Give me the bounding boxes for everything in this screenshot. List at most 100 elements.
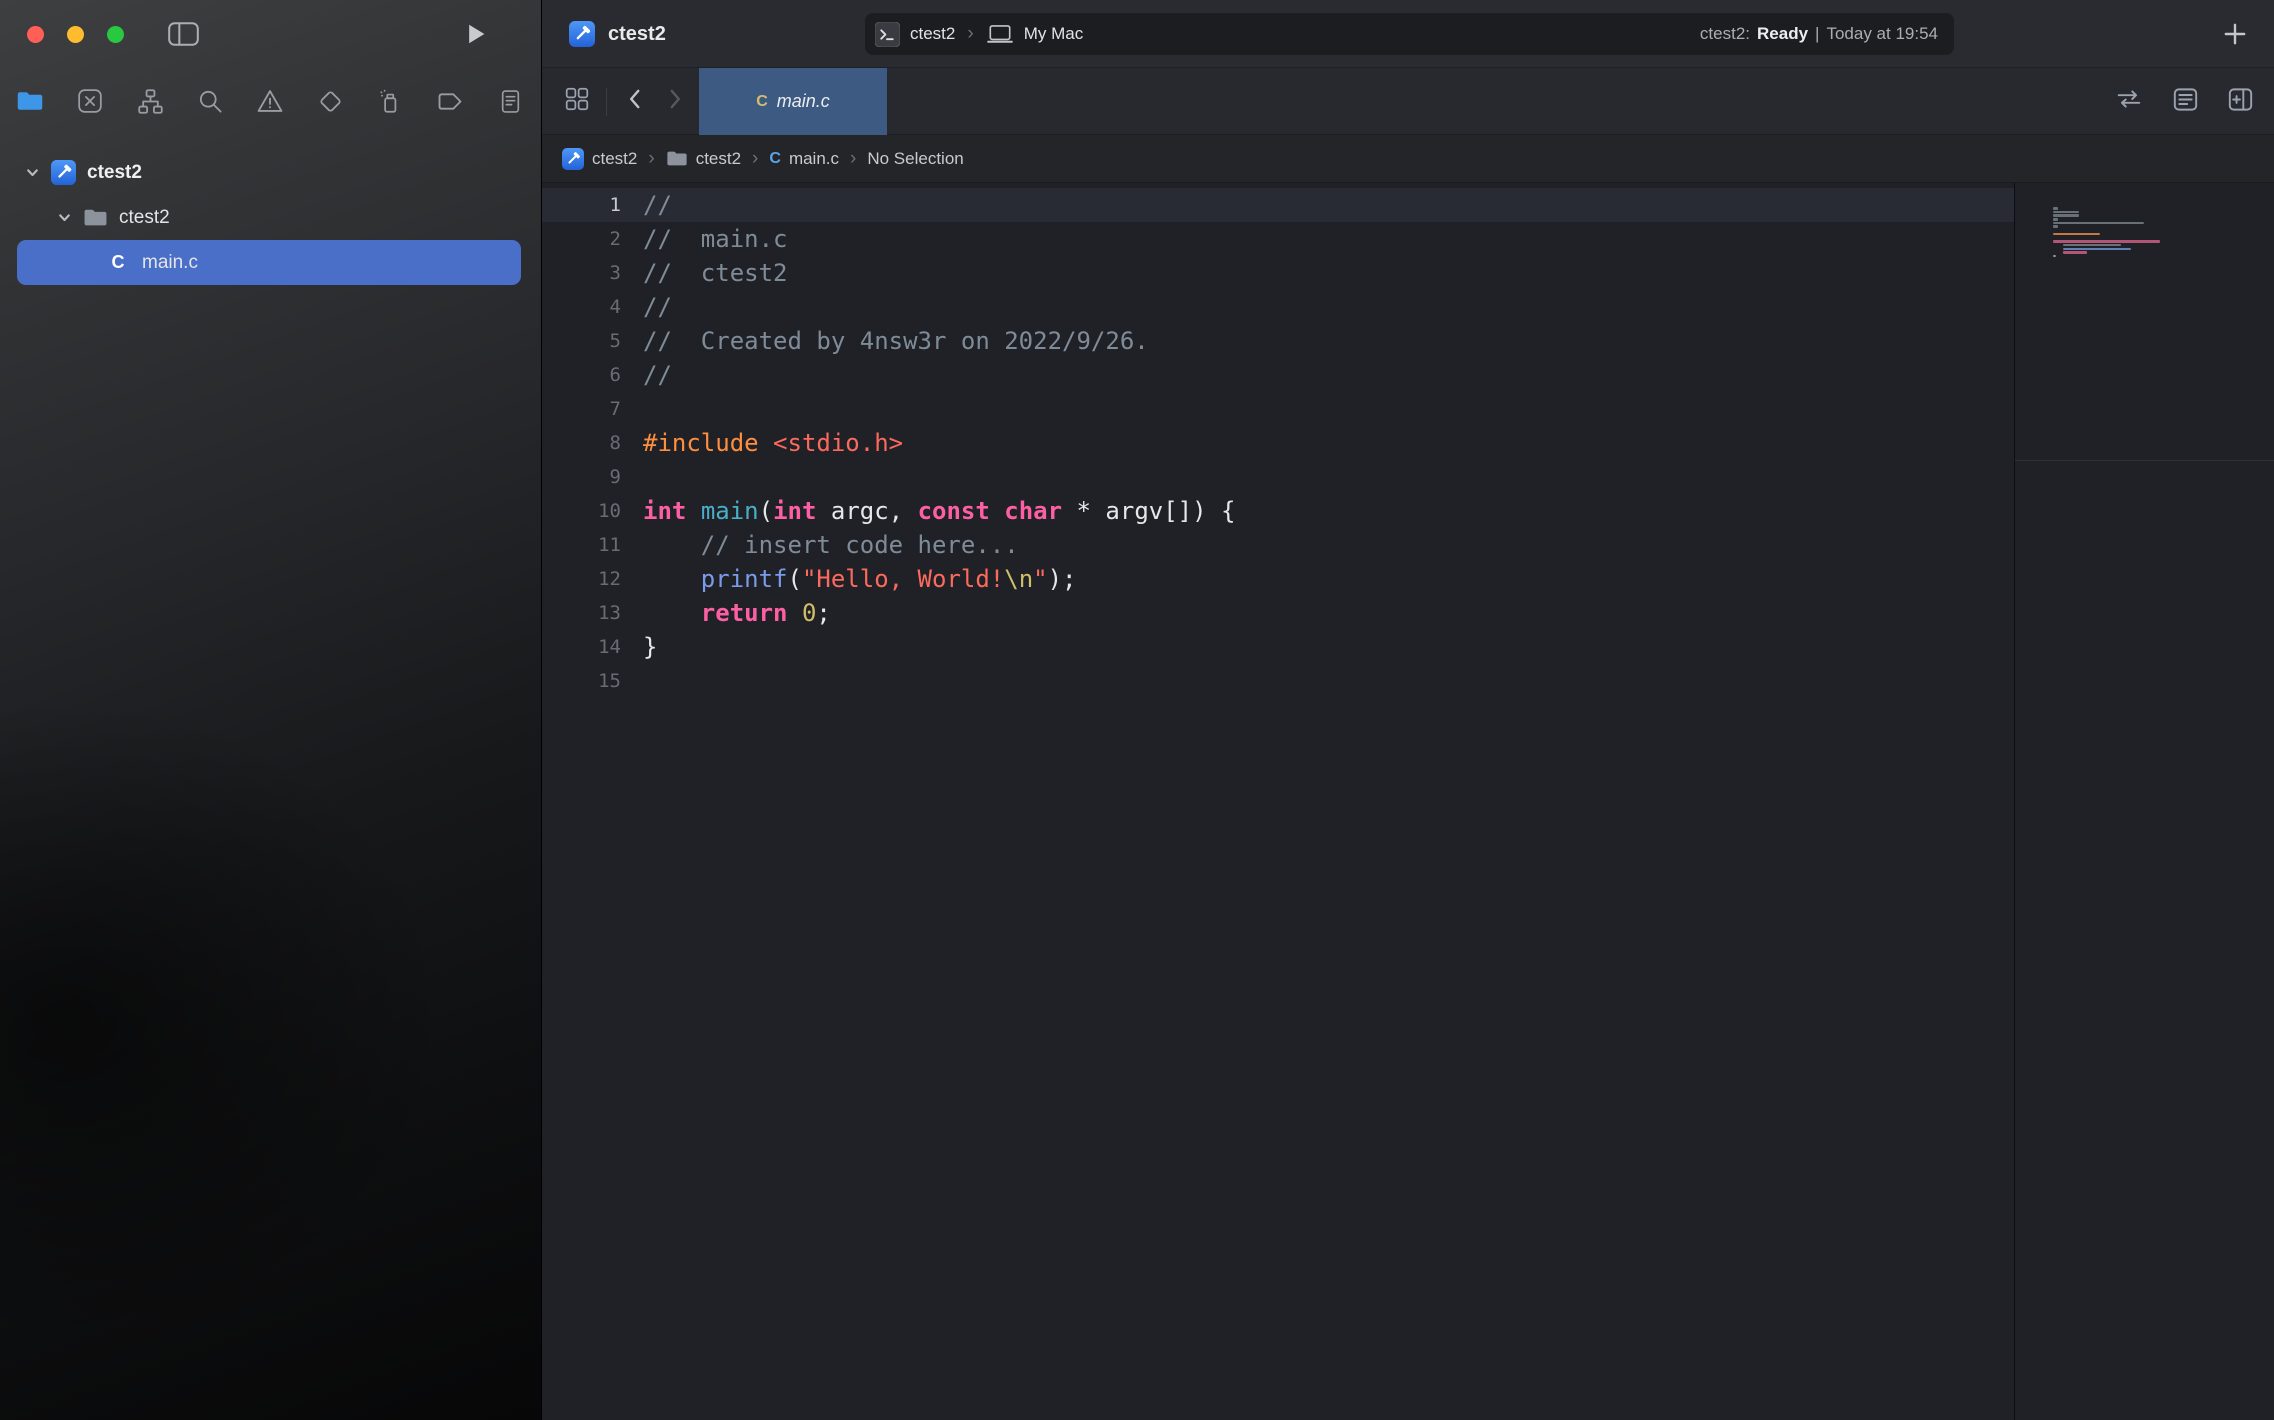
code-line[interactable]: 11 // insert code here...	[542, 528, 2014, 562]
code-line[interactable]: 5// Created by 4nsw3r on 2022/9/26.	[542, 324, 2014, 358]
code-text: // ctest2	[621, 256, 788, 290]
code-line[interactable]: 15	[542, 664, 2014, 698]
minimap-line	[2053, 233, 2100, 236]
tree-item-label: ctest2	[87, 162, 142, 184]
minimap-column	[2015, 183, 2274, 1420]
toggle-sidebar-icon[interactable]	[168, 22, 199, 46]
line-number: 13	[542, 596, 621, 630]
code-line[interactable]: 10int main(int argc, const char * argv[]…	[542, 494, 2014, 528]
minimap[interactable]	[2053, 207, 2238, 262]
code-text: //	[621, 188, 672, 222]
line-number: 1	[542, 188, 621, 222]
minimize-window-button[interactable]	[67, 26, 84, 43]
jump-crumb-group[interactable]: ctest2	[666, 149, 741, 169]
back-button[interactable]	[623, 86, 647, 117]
code-text	[621, 460, 643, 494]
line-number: 8	[542, 426, 621, 460]
issue-navigator-icon[interactable]	[255, 86, 285, 116]
code-line[interactable]: 12 printf("Hello, World!\n");	[542, 562, 2014, 596]
project-navigator-icon[interactable]	[15, 86, 45, 116]
debug-navigator-icon[interactable]	[375, 86, 405, 116]
line-number: 2	[542, 222, 621, 256]
jump-crumb-project[interactable]: ctest2	[562, 148, 637, 170]
minimap-line	[2053, 207, 2058, 210]
code-line[interactable]: 1//	[542, 188, 2014, 222]
code-line[interactable]: 4//	[542, 290, 2014, 324]
symbol-navigator-icon[interactable]	[135, 86, 165, 116]
jump-crumb-selection[interactable]: No Selection	[867, 149, 963, 169]
forward-button[interactable]	[663, 86, 687, 117]
minimap-line	[2053, 218, 2058, 221]
c-file-icon: C	[769, 150, 781, 168]
line-number: 15	[542, 664, 621, 698]
editor-options-icon[interactable]	[2172, 86, 2199, 118]
chevron-separator: ›	[750, 148, 760, 170]
code-area[interactable]: 1//2// main.c3// ctest24//5// Created by…	[542, 183, 2015, 1420]
find-navigator-icon[interactable]	[195, 86, 225, 116]
code-text: // main.c	[621, 222, 788, 256]
code-line[interactable]: 14}	[542, 630, 2014, 664]
laptop-icon	[986, 24, 1014, 45]
code-line[interactable]: 6//	[542, 358, 2014, 392]
chevron-down-icon[interactable]	[57, 210, 73, 225]
minimap-line	[2053, 222, 2144, 225]
code-line[interactable]: 3// ctest2	[542, 256, 2014, 290]
navigator-icon-bar	[0, 68, 541, 134]
code-line[interactable]: 13 return 0;	[542, 596, 2014, 630]
close-window-button[interactable]	[27, 26, 44, 43]
breakpoint-navigator-icon[interactable]	[435, 86, 465, 116]
code-line[interactable]: 7	[542, 392, 2014, 426]
tab-overview-icon[interactable]	[564, 86, 590, 117]
status-state: Ready	[1757, 24, 1808, 44]
crumb-label: main.c	[789, 149, 839, 169]
tab-main-c[interactable]: C main.c	[699, 68, 887, 135]
scheme-target-label[interactable]: ctest2	[910, 24, 955, 44]
code-line[interactable]: 8#include <stdio.h>	[542, 426, 2014, 460]
code-review-icon[interactable]	[2114, 86, 2144, 117]
code-text: return 0;	[621, 596, 831, 630]
jump-bar: ctest2 › ctest2 › C main.c › No Selectio…	[542, 135, 2274, 183]
chevron-down-icon[interactable]	[25, 165, 41, 180]
scheme-selector[interactable]: ctest2 › My Mac ctest2: Ready | Today at…	[865, 13, 1954, 55]
tree-row-group[interactable]: ctest2	[17, 195, 521, 240]
tree-row-project[interactable]: ctest2	[17, 150, 521, 195]
minimap-line	[2053, 214, 2079, 217]
minimap-line	[2063, 244, 2120, 247]
line-number: 3	[542, 256, 621, 290]
run-button[interactable]	[466, 22, 487, 46]
code-line[interactable]: 9	[542, 460, 2014, 494]
test-navigator-icon[interactable]	[315, 86, 345, 116]
source-control-navigator-icon[interactable]	[75, 86, 105, 116]
main-area: ctest2 ctest2 › My Mac ctest2: Ready	[542, 0, 2274, 1420]
code-text	[621, 664, 643, 698]
minimap-line	[2063, 248, 2131, 251]
line-number: 7	[542, 392, 621, 426]
line-number: 11	[542, 528, 621, 562]
jump-crumb-file[interactable]: C main.c	[769, 149, 839, 169]
separator	[606, 88, 607, 116]
tab-label: main.c	[777, 91, 830, 112]
zoom-window-button[interactable]	[107, 26, 124, 43]
project-app-icon	[50, 160, 76, 185]
title-group: ctest2	[569, 0, 666, 68]
xcode-window: ctest2 ctest2 C main.c	[0, 0, 2274, 1420]
navigator-sidebar: ctest2 ctest2 C main.c	[0, 0, 542, 1420]
report-navigator-icon[interactable]	[495, 86, 525, 116]
tab-bar-controls	[564, 68, 687, 135]
code-text: // Created by 4nsw3r on 2022/9/26.	[621, 324, 1149, 358]
scheme-target-destination: ctest2 › My Mac	[875, 22, 1083, 47]
code-line[interactable]: 2// main.c	[542, 222, 2014, 256]
activity-status: ctest2: Ready | Today at 19:54	[1700, 24, 1938, 44]
tree-row-main-c[interactable]: C main.c	[17, 240, 521, 285]
code-text: printf("Hello, World!\n");	[621, 562, 1077, 596]
sidebar-titlebar	[0, 0, 541, 68]
add-tab-button[interactable]	[2222, 0, 2248, 68]
add-editor-icon[interactable]	[2227, 86, 2254, 118]
line-number: 6	[542, 358, 621, 392]
chevron-separator: ›	[646, 148, 656, 170]
code-text: //	[621, 290, 672, 324]
editor-tab-bar: C main.c	[542, 68, 2274, 135]
window-titlebar: ctest2 ctest2 › My Mac ctest2: Ready	[542, 0, 2274, 68]
line-number: 5	[542, 324, 621, 358]
scheme-destination-label[interactable]: My Mac	[1024, 24, 1084, 44]
